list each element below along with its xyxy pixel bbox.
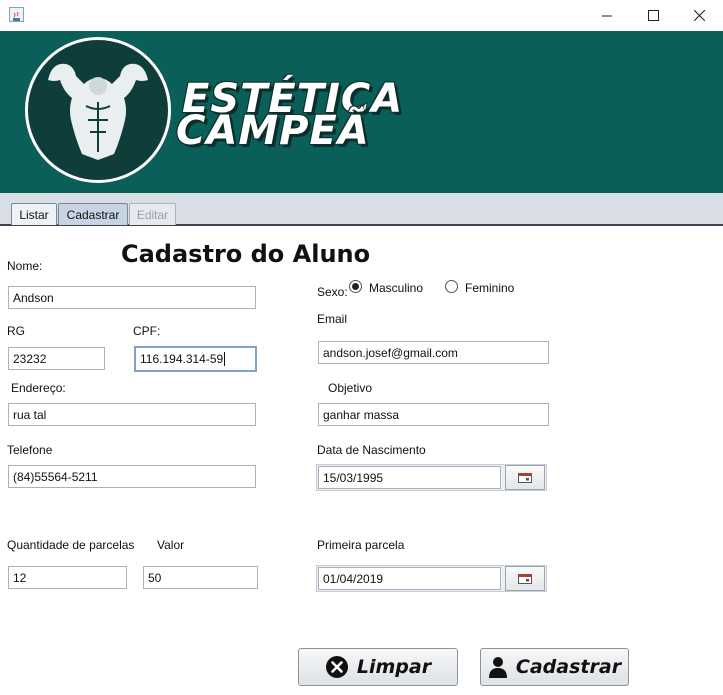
- primeira-parcela-input[interactable]: 01/04/2019: [318, 567, 501, 590]
- objetivo-input[interactable]: ganhar massa: [318, 403, 549, 426]
- nome-input[interactable]: Andson: [8, 286, 256, 309]
- valor-input[interactable]: 50: [143, 566, 258, 589]
- radio-feminino-label[interactable]: Feminino: [465, 281, 514, 295]
- radio-masculino-label[interactable]: Masculino: [369, 281, 423, 295]
- telefone-input[interactable]: (84)55564-5211: [8, 465, 256, 488]
- valor-label: Valor: [157, 538, 185, 552]
- limpar-button-label: Limpar: [356, 656, 432, 678]
- objetivo-label: Objetivo: [328, 381, 373, 395]
- user-icon: [488, 657, 507, 678]
- bodybuilder-logo-icon: [25, 37, 171, 183]
- nascimento-calendar-button[interactable]: [505, 465, 545, 490]
- endereco-input[interactable]: rua tal: [8, 403, 256, 426]
- primeira-parcela-calendar-button[interactable]: [505, 566, 545, 591]
- calendar-icon: [518, 573, 532, 584]
- nascimento-input[interactable]: 15/03/1995: [318, 466, 501, 489]
- nascimento-label: Data de Nascimento: [317, 443, 426, 457]
- close-button[interactable]: [676, 0, 722, 31]
- email-label: Email: [317, 312, 348, 326]
- parcelas-label: Quantidade de parcelas: [7, 538, 135, 552]
- parcelas-input[interactable]: 12: [8, 566, 127, 589]
- cadastrar-button[interactable]: Cadastrar: [480, 648, 629, 686]
- radio-selected-dot: [352, 283, 359, 290]
- endereco-label: Endereço:: [11, 381, 66, 395]
- radio-masculino[interactable]: [349, 280, 362, 293]
- close-icon: [693, 10, 705, 21]
- cpf-label: CPF:: [133, 324, 161, 338]
- cadastrar-button-label: Cadastrar: [515, 656, 622, 678]
- window-titlebar: [0, 0, 723, 32]
- form-title: Cadastro do Aluno: [121, 240, 371, 268]
- maximize-icon: [647, 10, 659, 21]
- maximize-button[interactable]: [630, 0, 676, 31]
- radio-feminino[interactable]: [445, 280, 458, 293]
- java-app-icon: [9, 7, 24, 22]
- tab-listar[interactable]: Listar: [11, 203, 57, 225]
- limpar-button[interactable]: Limpar: [298, 648, 458, 686]
- minimize-icon: [601, 15, 612, 17]
- calendar-icon: [518, 472, 532, 483]
- x-circle-icon: [325, 656, 348, 678]
- email-input[interactable]: andson.josef@gmail.com: [318, 341, 549, 364]
- brand-title-line2: CAMPEÃ: [176, 108, 370, 154]
- nome-label: Nome:: [7, 259, 43, 273]
- primeira-parcela-label: Primeira parcela: [317, 538, 405, 552]
- minimize-button[interactable]: [584, 0, 630, 31]
- text-cursor: [224, 352, 226, 366]
- rg-input[interactable]: 23232: [8, 347, 105, 370]
- telefone-label: Telefone: [7, 443, 53, 457]
- rg-label: RG: [7, 324, 25, 338]
- cpf-value: 116.194.314-59: [140, 352, 224, 366]
- tab-editar: Editar: [129, 203, 176, 225]
- cpf-input[interactable]: 116.194.314-59: [134, 346, 257, 372]
- sexo-label: Sexo:: [317, 285, 348, 299]
- tab-cadastrar[interactable]: Cadastrar: [58, 203, 128, 225]
